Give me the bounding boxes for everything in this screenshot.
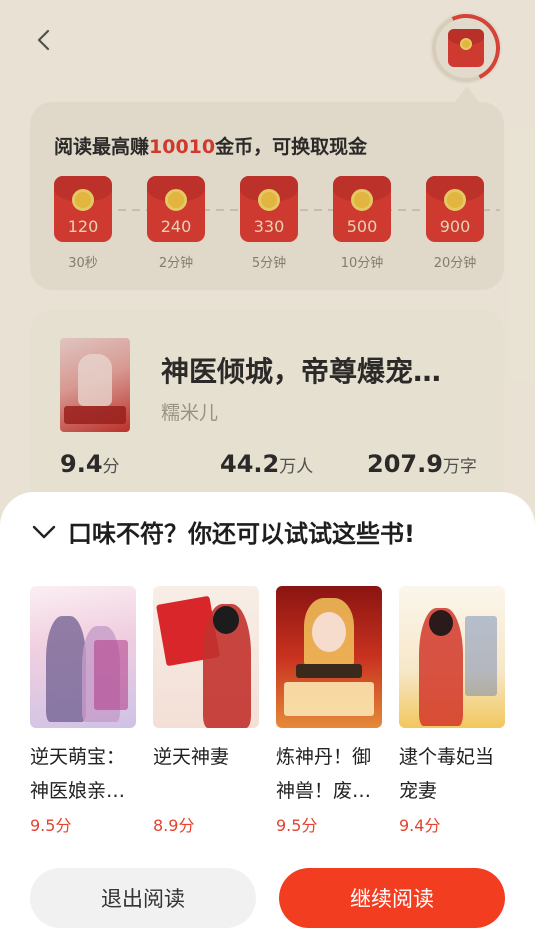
recommended-book-title: 逮个毒妃当宠妻 <box>399 746 495 802</box>
book-cover <box>399 586 505 728</box>
sheet-header: 口味不符？你还可以试试这些书! <box>30 514 415 549</box>
recommended-book[interactable]: 逆天神妻 8.9分 <box>153 586 259 836</box>
chevron-down-icon <box>32 525 56 538</box>
recommended-book-rating: 8.9分 <box>153 816 195 835</box>
recommendation-sheet: 口味不符？你还可以试试这些书! 逆天萌宝：神医娘亲… 9.5分 逆天神妻 8.9… <box>0 492 535 952</box>
recommended-book-title: 逆天神妻 <box>153 746 230 768</box>
recommended-book-title: 炼神丹！御神兽！废… <box>276 746 372 802</box>
recommendation-list: 逆天萌宝：神医娘亲… 9.5分 逆天神妻 8.9分 炼神丹！御神兽！废… 9.5… <box>30 586 535 846</box>
exit-reading-button[interactable]: 退出阅读 <box>30 868 256 928</box>
recommended-book-rating: 9.5分 <box>276 816 318 835</box>
collapse-button[interactable] <box>30 518 58 546</box>
recommended-book[interactable]: 逮个毒妃当宠妻 9.4分 <box>399 586 505 836</box>
recommended-book-rating: 9.5分 <box>30 816 72 835</box>
sheet-title: 口味不符？你还可以试试这些书! <box>68 520 415 548</box>
book-cover <box>153 586 259 728</box>
recommended-book-rating: 9.4分 <box>399 816 441 835</box>
book-cover <box>276 586 382 728</box>
continue-reading-button[interactable]: 继续阅读 <box>279 868 505 928</box>
book-cover <box>30 586 136 728</box>
recommended-book-title: 逆天萌宝：神医娘亲… <box>30 746 126 802</box>
recommended-book[interactable]: 炼神丹！御神兽！废… 9.5分 <box>276 586 382 836</box>
recommended-book[interactable]: 逆天萌宝：神医娘亲… 9.5分 <box>30 586 136 836</box>
